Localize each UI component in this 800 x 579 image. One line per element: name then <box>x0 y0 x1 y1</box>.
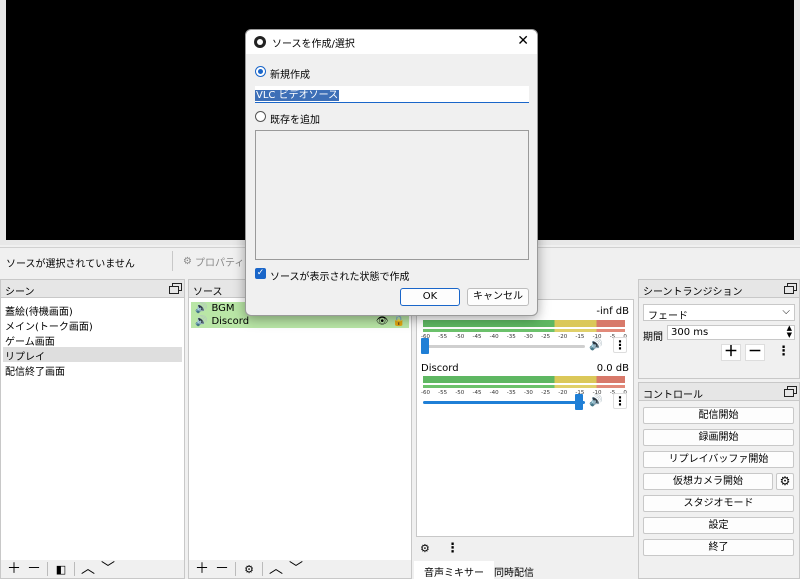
speaker-icon[interactable]: 🔊 <box>589 338 603 351</box>
duration-spinbox[interactable]: 300 ms ▲ ▼ <box>667 325 795 340</box>
start-recording-button[interactable]: 録画開始 <box>643 429 794 446</box>
gear-icon: ⚙ <box>183 256 192 267</box>
dialog-title: ソースを作成/選択 <box>272 38 355 50</box>
move-down-icon[interactable]: ﹀ <box>289 562 303 576</box>
add-existing-radio[interactable] <box>255 111 266 122</box>
scene-item[interactable]: ゲーム画面 <box>3 332 182 348</box>
scenes-dock: シーン 蓋絵(待機画面) メイン(トーク画面) ゲーム画面 リプレイ 配信終了画… <box>0 279 185 579</box>
scene-item[interactable]: 蓋絵(待機画面) <box>3 302 182 318</box>
speaker-icon: 🔊 <box>195 303 208 314</box>
remove-source-button[interactable]: － <box>215 562 229 576</box>
add-scene-button[interactable]: ＋ <box>7 562 21 576</box>
start-streaming-button[interactable]: 配信開始 <box>643 407 794 424</box>
spin-arrows-icon[interactable]: ▲ ▼ <box>787 325 792 339</box>
mixer-panel: -inf dB -60 -55 -50 -45 -40 -35 -30 -25 -20 -15 -1… <box>416 299 634 537</box>
close-icon[interactable]: ✕ <box>517 33 529 49</box>
move-up-icon[interactable]: ︿ <box>269 562 283 576</box>
virtual-camera-settings-gear-icon[interactable]: ⚙ <box>776 473 794 490</box>
channel-menu-icon[interactable]: ⋮ <box>613 337 627 353</box>
move-down-icon[interactable]: ﹀ <box>101 562 115 576</box>
tab-audio-mixer[interactable]: 音声ミキサー <box>414 561 494 579</box>
undock-icon[interactable] <box>784 386 797 397</box>
scenes-dock-title: シーン <box>1 280 184 298</box>
gear-icon[interactable]: ⚙ <box>242 562 256 576</box>
source-name-input[interactable]: VLC ビデオソース <box>255 86 529 103</box>
undock-icon[interactable] <box>169 283 182 294</box>
chevron-down-icon: ⌵ <box>782 306 790 317</box>
scenes-toolbar: ＋ － ◧ ︿ ﹀ <box>1 560 184 578</box>
audio-meter <box>423 320 625 327</box>
level-readout: -inf dB <box>596 306 629 317</box>
divider <box>235 562 236 576</box>
visible-checkbox[interactable]: ✓ <box>255 268 266 279</box>
undock-icon[interactable] <box>784 283 797 294</box>
divider <box>47 562 48 576</box>
audio-mixer-dock: -inf dB -60 -55 -50 -45 -40 -35 -30 -25 -20 -15 -1… <box>414 279 636 561</box>
start-replay-buffer-button[interactable]: リプレイバッファ開始 <box>643 451 794 468</box>
settings-button[interactable]: 設定 <box>643 517 794 534</box>
add-source-button[interactable]: ＋ <box>195 562 209 576</box>
sources-dock: ソース 🔊 BGM 🔊 Discord 👁 🔒 ＋ － ⚙ ︿ ﹀ <box>188 279 412 579</box>
dialog-titlebar: ソースを作成/選択 ✕ <box>246 30 537 54</box>
divider <box>74 562 75 576</box>
visible-checkbox-label: ソースが表示された状態で作成 <box>270 272 410 283</box>
volume-slider[interactable] <box>423 401 585 404</box>
level-readout: 0.0 dB <box>596 363 629 374</box>
audio-meter <box>423 385 625 388</box>
create-new-radio[interactable] <box>255 66 266 77</box>
speaker-icon: 🔊 <box>195 316 208 327</box>
tab-multistream[interactable]: 同時配信 <box>484 561 544 579</box>
scene-item-selected[interactable]: リプレイ <box>3 347 182 363</box>
source-item[interactable]: 🔊 Discord 👁 🔒 <box>191 315 409 328</box>
cancel-button[interactable]: キャンセル <box>467 288 529 306</box>
volume-slider-handle[interactable] <box>421 338 429 354</box>
transitions-dock-title: シーントランジション <box>639 280 799 298</box>
channel-menu-icon[interactable]: ⋮ <box>613 393 627 409</box>
divider <box>262 562 263 576</box>
remove-transition-button[interactable]: － <box>745 344 765 361</box>
transition-menu-icon[interactable]: ⋮ <box>777 344 790 359</box>
scene-item[interactable]: 配信終了画面 <box>3 362 182 378</box>
obs-logo-icon <box>254 36 266 48</box>
move-up-icon[interactable]: ︿ <box>81 562 95 576</box>
add-existing-label: 既存を追加 <box>270 115 320 126</box>
controls-dock-title: コントロール <box>639 383 799 401</box>
lock-icon[interactable]: 🔒 <box>393 316 405 327</box>
existing-sources-list[interactable] <box>255 130 529 260</box>
exit-button[interactable]: 終了 <box>643 539 794 556</box>
gear-icon[interactable]: ⚙ <box>420 542 430 555</box>
scene-filters-icon[interactable]: ◧ <box>54 562 68 576</box>
mixer-menu-icon[interactable]: ⋮ <box>446 541 459 556</box>
ok-button[interactable]: OK <box>400 288 460 306</box>
volume-slider-handle[interactable] <box>575 394 583 410</box>
divider <box>172 251 173 271</box>
eye-icon[interactable]: 👁 <box>376 316 389 327</box>
no-source-selected-label: ソースが選択されていません <box>6 259 135 270</box>
create-new-label: 新規作成 <box>270 70 310 81</box>
audio-meter <box>423 376 625 383</box>
duration-label: 期間 <box>643 332 663 343</box>
scene-item[interactable]: メイン(トーク画面) <box>3 317 182 333</box>
volume-slider[interactable] <box>423 345 585 348</box>
transitions-dock: シーントランジション フェード ⌵ 期間 300 ms ▲ ▼ ＋ － ⋮ <box>638 279 800 379</box>
studio-mode-button[interactable]: スタジオモード <box>643 495 794 512</box>
remove-scene-button[interactable]: － <box>27 562 41 576</box>
audio-meter <box>423 329 625 332</box>
properties-button[interactable]: ⚙ プロパティ <box>183 254 244 269</box>
add-transition-button[interactable]: ＋ <box>721 344 741 361</box>
transition-select[interactable]: フェード ⌵ <box>643 304 795 322</box>
start-virtual-camera-button[interactable]: 仮想カメラ開始 <box>643 473 773 490</box>
sources-toolbar: ＋ － ⚙ ︿ ﹀ <box>189 560 411 578</box>
speaker-icon[interactable]: 🔊 <box>589 394 603 407</box>
